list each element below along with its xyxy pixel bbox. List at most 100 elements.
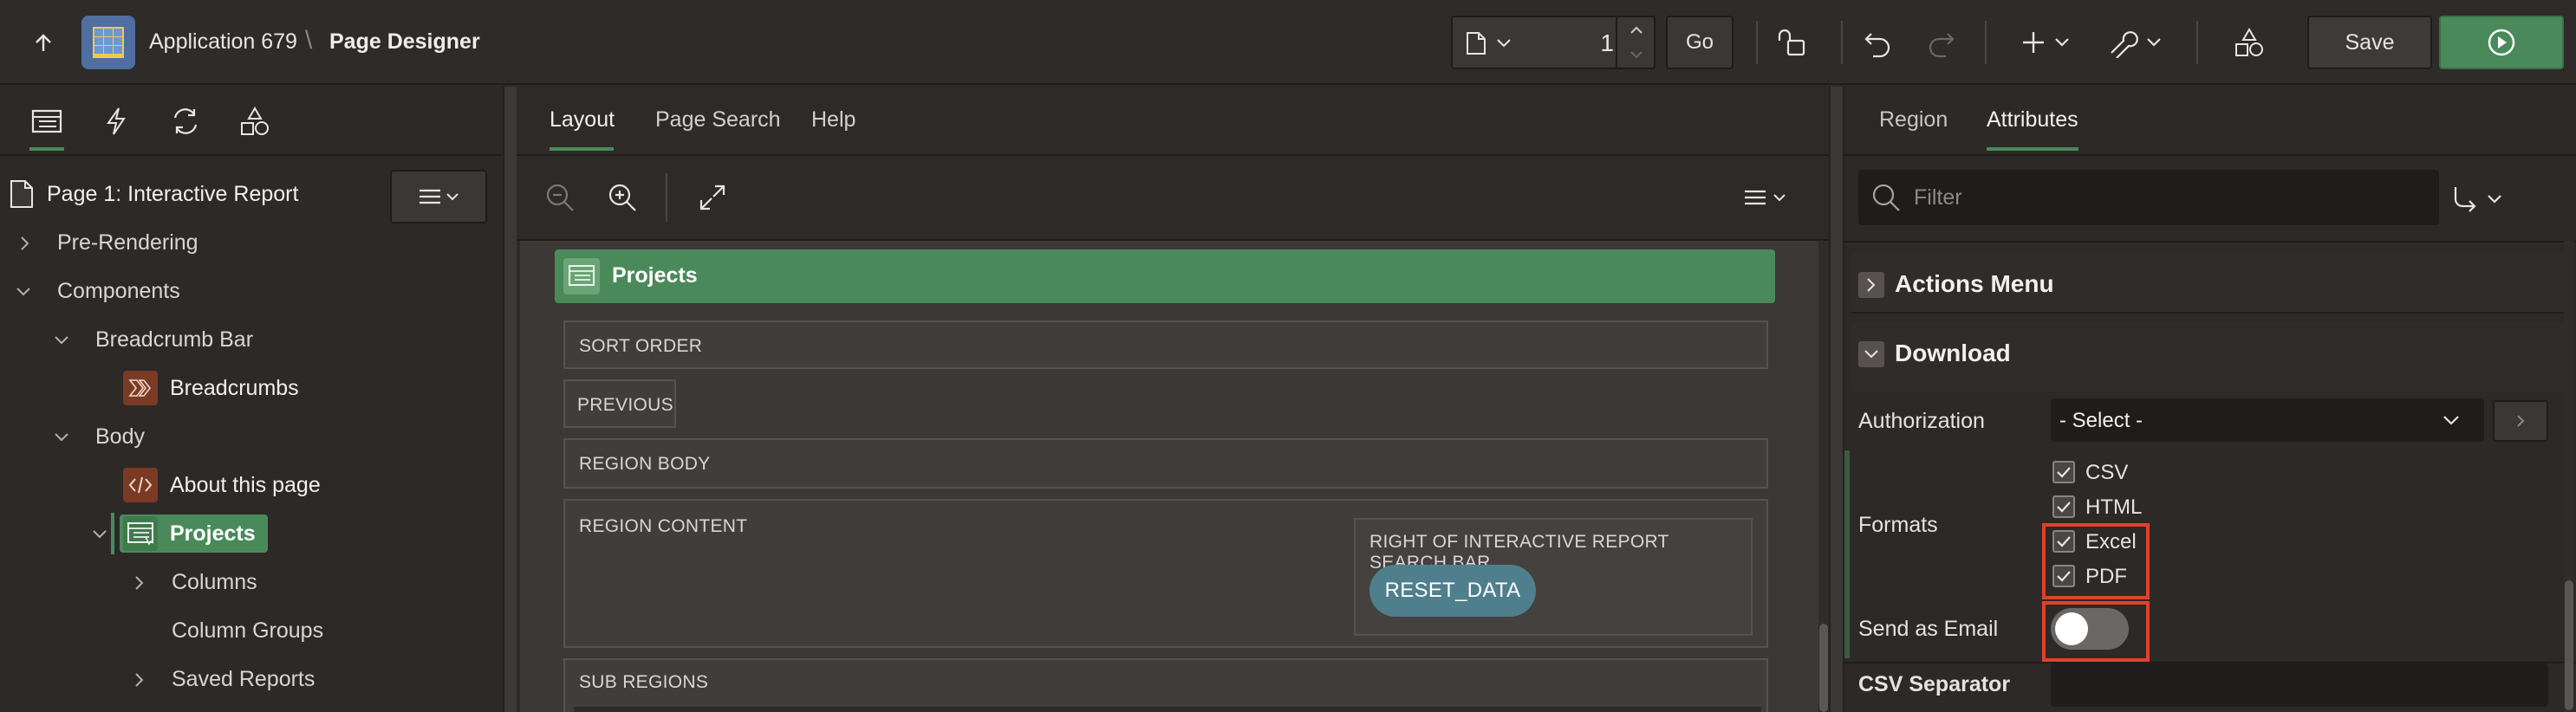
tree-breadcrumb-bar[interactable]: Breadcrumb Bar <box>95 320 253 359</box>
chevron-right-icon[interactable] <box>130 670 149 689</box>
tree-pre-rendering[interactable]: Pre-Rendering <box>57 223 198 262</box>
tab-region[interactable]: Region <box>1879 107 1948 133</box>
left-splitter[interactable] <box>503 87 517 712</box>
tree-components[interactable]: Components <box>57 272 180 310</box>
zone-label: REGION BODY <box>579 454 711 474</box>
chevron-right-icon[interactable] <box>130 573 149 592</box>
save-button[interactable]: Save <box>2307 16 2432 69</box>
section-download[interactable]: Download <box>1851 322 2564 392</box>
chevron-down-icon[interactable] <box>52 331 71 350</box>
tree-breadcrumbs-label: Breadcrumbs <box>170 375 299 400</box>
processing-tab-icon[interactable] <box>168 104 203 139</box>
format-html-label: HTML <box>2085 495 2143 519</box>
zone-label: SUB REGIONS <box>579 672 709 692</box>
sub-region-placeholder <box>574 707 1761 712</box>
redo-icon[interactable] <box>1922 24 1959 61</box>
authorization-label: Authorization <box>1858 409 1985 433</box>
interactive-report-icon <box>563 258 600 295</box>
tree-projects-selected[interactable]: Projects <box>120 515 268 553</box>
shared-components-icon[interactable] <box>2231 24 2267 61</box>
zone-sort-order[interactable]: SORT ORDER <box>563 320 1768 369</box>
csv-separator-label: CSV Separator <box>1858 672 2011 696</box>
page-icon <box>9 179 35 209</box>
tab-help[interactable]: Help <box>811 107 855 133</box>
rendering-tab-icon[interactable] <box>29 104 64 139</box>
tree-breadcrumbs[interactable]: Breadcrumbs <box>123 369 299 407</box>
expand-icon[interactable] <box>693 178 732 217</box>
reset-data-button[interactable]: RESET_DATA <box>1369 565 1536 617</box>
page-spinner[interactable] <box>1616 17 1654 68</box>
run-page-button[interactable] <box>2439 16 2564 69</box>
utilities-wrench-icon[interactable] <box>2106 24 2169 61</box>
create-menu-button[interactable] <box>2018 24 2080 61</box>
go-button[interactable]: Go <box>1666 16 1734 69</box>
highlight-box <box>2042 601 2150 662</box>
breadcrumb-separator: \ <box>305 26 313 55</box>
region-header-projects[interactable]: Projects <box>555 249 1775 303</box>
tree-page-node[interactable]: Page 1: Interactive Report <box>9 175 298 213</box>
region-title: Projects <box>612 263 698 288</box>
zone-right-of-search-bar[interactable]: RIGHT OF INTERACTIVE REPORT SEARCH BAR R… <box>1354 518 1753 636</box>
authorization-link-button[interactable] <box>2493 400 2548 442</box>
dynamic-actions-tab-icon[interactable] <box>99 104 133 139</box>
chevron-down-icon <box>2441 412 2462 428</box>
chevron-right-icon[interactable] <box>16 234 35 253</box>
page-selector[interactable]: 1 <box>1451 16 1656 69</box>
shared-components-tab-icon[interactable] <box>237 104 272 139</box>
authorization-select[interactable]: - Select - <box>2051 398 2484 442</box>
filter-field[interactable]: Filter <box>1858 170 2439 225</box>
chevron-down-icon[interactable] <box>52 428 71 447</box>
zone-label: PREVIOUS <box>577 395 673 415</box>
tree-saved-reports[interactable]: Saved Reports <box>172 660 315 698</box>
app-name-link[interactable]: Application 679 <box>149 29 297 55</box>
unlock-icon[interactable] <box>1773 24 1810 61</box>
search-icon <box>1870 182 1902 213</box>
tree-column-groups[interactable]: Column Groups <box>172 612 323 650</box>
format-html-checkbox[interactable] <box>2052 495 2075 518</box>
tree-about-this-page[interactable]: About this page <box>123 466 321 504</box>
format-csv-checkbox[interactable] <box>2052 461 2075 483</box>
go-to-group-button[interactable] <box>2444 180 2514 218</box>
application-icon[interactable] <box>81 16 135 69</box>
section-actions-menu[interactable]: Actions Menu <box>1851 253 2564 314</box>
tree-menu-button[interactable] <box>390 170 487 223</box>
filter-input[interactable]: Filter <box>1914 185 1962 210</box>
toolbar-divider <box>2196 21 2198 64</box>
chevron-down-icon[interactable] <box>90 525 109 544</box>
tab-layout[interactable]: Layout <box>550 107 615 133</box>
zone-region-content[interactable]: REGION CONTENT RIGHT OF INTERACTIVE REPO… <box>563 499 1768 648</box>
tab-page-search[interactable]: Page Search <box>655 107 781 133</box>
chevron-down-icon[interactable] <box>14 282 33 301</box>
tree-projects-label: Projects <box>170 521 256 546</box>
undo-icon[interactable] <box>1860 24 1896 61</box>
authorization-value: - Select - <box>2059 409 2143 432</box>
toolbar-divider <box>666 173 667 222</box>
code-icon <box>123 468 158 502</box>
zoom-out-icon[interactable] <box>541 178 579 217</box>
toolbar-divider <box>1841 21 1843 64</box>
group-indicator <box>1844 605 1850 658</box>
tree-columns[interactable]: Columns <box>172 563 257 601</box>
highlight-box <box>2042 523 2150 599</box>
right-splitter[interactable] <box>1829 87 1844 712</box>
selection-indicator <box>111 513 114 554</box>
rendering-tab-indicator <box>29 147 64 151</box>
page-title: Page Designer <box>329 29 480 54</box>
zone-sub-regions[interactable]: SUB REGIONS <box>563 658 1768 712</box>
right-tab-bar <box>1844 87 2576 156</box>
right-scrollbar-thumb[interactable] <box>2565 580 2573 710</box>
center-scrollbar-thumb[interactable] <box>1819 624 1828 712</box>
tree-page-label: Page 1: Interactive Report <box>47 181 299 206</box>
layout-tab-indicator <box>550 147 614 151</box>
up-arrow-icon[interactable] <box>26 26 61 61</box>
zone-region-body[interactable]: REGION BODY <box>563 438 1768 489</box>
section-title: Actions Menu <box>1895 270 2054 297</box>
csv-separator-input[interactable] <box>2051 663 2548 707</box>
tree-body[interactable]: Body <box>95 417 145 456</box>
tab-attributes[interactable]: Attributes <box>1987 107 2078 133</box>
zone-previous[interactable]: PREVIOUS <box>563 379 676 428</box>
top-toolbar: Application 679 \ Page Designer 1 Go Sav… <box>0 0 2576 85</box>
layout-menu-button[interactable] <box>1737 178 1794 217</box>
page-number-input[interactable]: 1 <box>1572 29 1614 57</box>
zoom-in-icon[interactable] <box>603 178 641 217</box>
